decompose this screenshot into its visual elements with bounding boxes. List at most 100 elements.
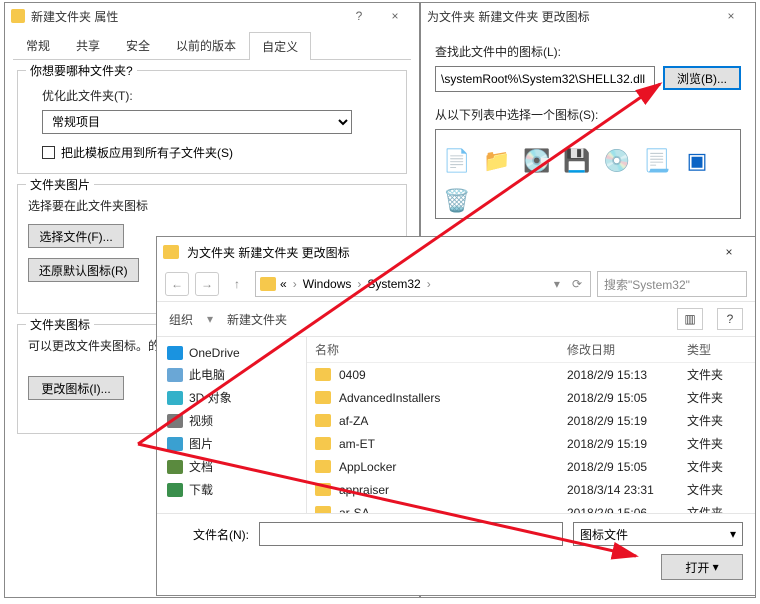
nav-tree[interactable]: OneDrive此电脑3D 对象视频图片文档下载 — [157, 337, 307, 513]
change-icon-button[interactable]: 更改图标(I)... — [28, 376, 124, 400]
restore-default-button[interactable]: 还原默认图标(R) — [28, 258, 139, 282]
folder-icon[interactable]: 📁 — [480, 144, 514, 178]
organize-menu[interactable]: 组织 — [169, 311, 193, 328]
filename-label: 文件名(N): — [169, 526, 249, 543]
tree-item[interactable]: 文档 — [165, 455, 298, 478]
breadcrumb[interactable]: «› Windows› System32› ▾ ⟳ — [255, 271, 591, 297]
file-open-dialog: 为文件夹 新建文件夹 更改图标 × ← → ↑ «› Windows› Syst… — [156, 236, 756, 596]
file-row[interactable]: 04092018/2/9 15:13文件夹 — [307, 363, 755, 386]
folder-icon — [163, 245, 179, 259]
onedrive-icon — [167, 346, 183, 360]
drive-icon[interactable]: 💿 — [600, 144, 634, 178]
folder-icon — [315, 483, 331, 496]
tree-item[interactable]: 图片 — [165, 432, 298, 455]
folder-icon — [260, 277, 276, 291]
optimize-select[interactable]: 常规项目 — [42, 110, 352, 134]
folder-icon — [315, 414, 331, 427]
col-date[interactable]: 修改日期 — [567, 341, 687, 358]
file-row[interactable]: am-ET2018/2/9 15:19文件夹 — [307, 432, 755, 455]
column-headers[interactable]: 名称 修改日期 类型 — [307, 337, 755, 363]
close-button[interactable]: × — [709, 245, 749, 259]
tree-item[interactable]: 下载 — [165, 478, 298, 501]
tab-previous[interactable]: 以前的版本 — [163, 31, 249, 59]
img-icon — [167, 437, 183, 451]
folder-icon — [315, 368, 331, 381]
tree-item[interactable]: OneDrive — [165, 343, 298, 363]
group-desc: 选择要在此文件夹图标 — [28, 197, 396, 214]
group-title: 文件夹图片 — [26, 176, 94, 193]
titlebar: 为文件夹 新建文件夹 更改图标 × — [421, 3, 755, 29]
help-button[interactable]: ? — [717, 308, 743, 330]
tree-item[interactable]: 视频 — [165, 409, 298, 432]
group-folder-type: 你想要哪种文件夹? 优化此文件夹(T): 常规项目 把此模板应用到所有子文件夹(… — [17, 70, 407, 174]
breadcrumb-segment[interactable]: Windows — [303, 277, 352, 291]
search-input[interactable]: 搜索"System32" — [597, 271, 747, 297]
file-row[interactable]: af-ZA2018/2/9 15:19文件夹 — [307, 409, 755, 432]
file-row[interactable]: ar-SA2018/2/9 15:06文件夹 — [307, 501, 755, 513]
obj-icon — [167, 391, 183, 405]
folder-icon — [315, 391, 331, 404]
help-button[interactable]: ? — [341, 3, 377, 29]
tree-item[interactable]: 3D 对象 — [165, 386, 298, 409]
tab-general[interactable]: 常规 — [13, 31, 63, 59]
apply-subfolders-checkbox[interactable]: 把此模板应用到所有子文件夹(S) — [42, 144, 396, 161]
chevron-right-icon: › — [425, 277, 433, 291]
forward-button[interactable]: → — [195, 272, 219, 296]
filename-input[interactable] — [259, 522, 563, 546]
close-button[interactable]: × — [713, 3, 749, 29]
pc-icon — [167, 368, 183, 382]
folder-icon — [11, 9, 25, 23]
dialog-title: 为文件夹 新建文件夹 更改图标 — [187, 244, 709, 261]
dl-icon — [167, 483, 183, 497]
group-title: 你想要哪种文件夹? — [26, 62, 137, 79]
icon-path-input[interactable] — [435, 66, 655, 92]
col-name[interactable]: 名称 — [315, 341, 567, 358]
col-type[interactable]: 类型 — [687, 341, 747, 358]
address-row: ← → ↑ «› Windows› System32› ▾ ⟳ 搜索"Syste… — [157, 267, 755, 301]
file-list[interactable]: 名称 修改日期 类型 04092018/2/9 15:13文件夹Advanced… — [307, 337, 755, 513]
select-icon-label: 从以下列表中选择一个图标(S): — [435, 106, 741, 123]
group-title: 文件夹图标 — [26, 316, 94, 333]
new-folder-button[interactable]: 新建文件夹 — [227, 311, 287, 328]
window-icon[interactable]: ▣ — [680, 144, 714, 178]
titlebar: 为文件夹 新建文件夹 更改图标 × — [157, 237, 755, 267]
toolbar: 组织▾ 新建文件夹 ▥ ? — [157, 301, 755, 337]
file-row[interactable]: appraiser2018/3/14 23:31文件夹 — [307, 478, 755, 501]
folder-icon — [315, 460, 331, 473]
breadcrumb-segment[interactable]: System32 — [367, 277, 420, 291]
doc-icon — [167, 460, 183, 474]
file-icon[interactable]: 📄 — [440, 144, 474, 178]
chevron-right-icon: › — [291, 277, 299, 291]
page-icon[interactable]: 📃 — [640, 144, 674, 178]
drive-icon[interactable]: 💾 — [560, 144, 594, 178]
window-title: 为文件夹 新建文件夹 更改图标 — [427, 8, 713, 25]
chevron-right-icon: › — [355, 277, 363, 291]
checkbox-label: 把此模板应用到所有子文件夹(S) — [61, 144, 233, 161]
dropdown-icon[interactable]: ▾ — [550, 277, 564, 291]
drive-icon[interactable]: 💽 — [520, 144, 554, 178]
refresh-icon[interactable]: ⟳ — [568, 277, 586, 291]
icon-grid[interactable]: 📄 📁 💽 💾 💿 📃 ▣ 🗑️ 🖥️ 🔌 🗄️ 🌐 🖧 ⚙️ 🛡️ 📰 — [435, 129, 741, 219]
find-icons-label: 查找此文件中的图标(L): — [435, 43, 741, 60]
tab-customize[interactable]: 自定义 — [249, 32, 311, 60]
up-button[interactable]: ↑ — [225, 272, 249, 296]
vid-icon — [167, 414, 183, 428]
tree-item[interactable]: 此电脑 — [165, 363, 298, 386]
view-button[interactable]: ▥ — [677, 308, 703, 330]
tab-strip: 常规 共享 安全 以前的版本 自定义 — [13, 31, 411, 60]
filetype-select[interactable]: 图标文件 ▾ — [573, 522, 743, 546]
file-row[interactable]: AdvancedInstallers2018/2/9 15:05文件夹 — [307, 386, 755, 409]
browse-button[interactable]: 浏览(B)... — [663, 66, 741, 90]
open-button[interactable]: 打开 ▾ — [661, 554, 743, 580]
close-button[interactable]: × — [377, 3, 413, 29]
tab-security[interactable]: 安全 — [113, 31, 163, 59]
file-row[interactable]: AppLocker2018/2/9 15:05文件夹 — [307, 455, 755, 478]
tab-sharing[interactable]: 共享 — [63, 31, 113, 59]
recycle-icon[interactable]: 🗑️ — [440, 184, 474, 218]
dialog-footer: 文件名(N): 图标文件 ▾ 打开 ▾ — [157, 513, 755, 588]
folder-icon — [315, 506, 331, 513]
breadcrumb-segment[interactable]: « — [280, 277, 287, 291]
checkbox-icon — [42, 146, 55, 159]
choose-file-button[interactable]: 选择文件(F)... — [28, 224, 124, 248]
back-button[interactable]: ← — [165, 272, 189, 296]
